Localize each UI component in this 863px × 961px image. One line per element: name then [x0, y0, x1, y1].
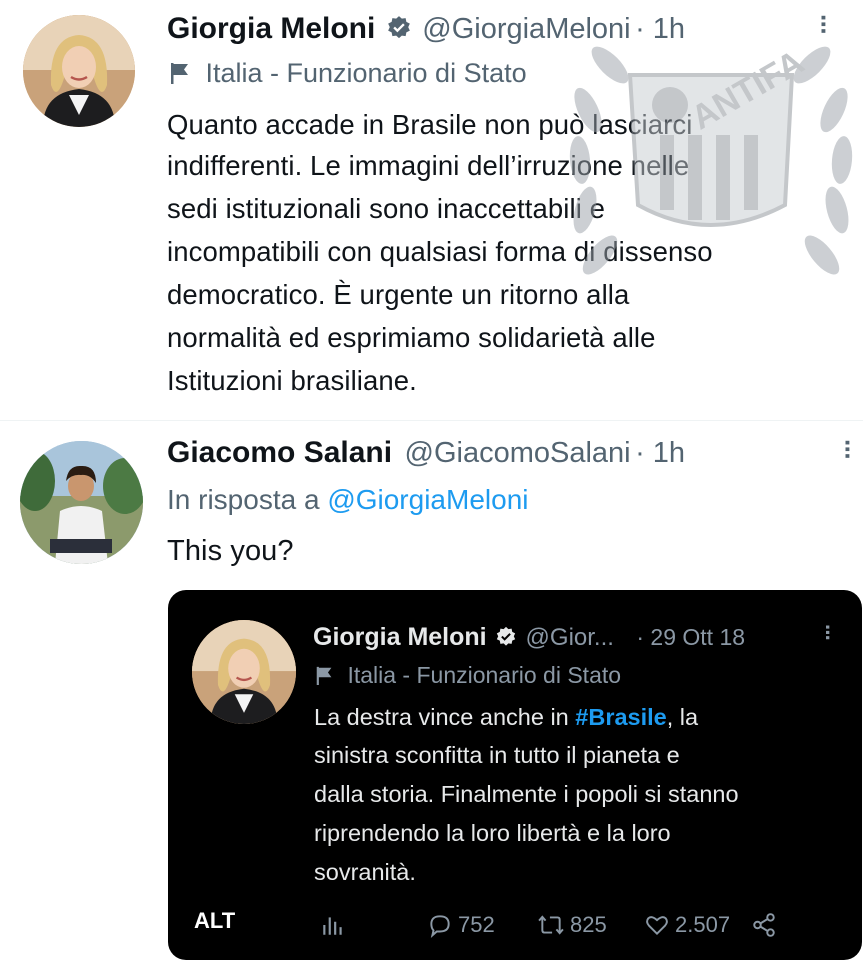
author-handle[interactable]: @GiacomoSalani	[405, 437, 631, 469]
reply-icon	[430, 915, 450, 938]
flag-icon	[316, 666, 332, 685]
quoted-author-handle: @Gior...	[525, 624, 614, 651]
author-handle[interactable]: @GiorgiaMeloni	[422, 13, 630, 45]
retweet-count: 825	[570, 912, 607, 937]
account-label: Italia - Funzionario di Stato	[205, 58, 527, 88]
tweet-text-line: democratico. È urgente un ritorno alla	[167, 279, 630, 310]
quoted-text-line: sinistra sconfitta in tutto il pianeta e	[314, 742, 680, 768]
tweet-giacomo-salani[interactable]: Giacomo Salani @GiacomoSalani · 1h ··· I…	[0, 420, 863, 961]
avatar	[192, 620, 296, 724]
retweet-icon	[538, 915, 564, 935]
avatar[interactable]	[23, 15, 135, 127]
tweet-text-line: incompatibili con qualsiasi forma di dis…	[167, 236, 713, 267]
quoted-text-line: La destra vince anche in #Brasile, la	[314, 704, 698, 731]
analytics-action	[320, 912, 346, 938]
quoted-text-line: sovranità.	[314, 859, 416, 885]
analytics-icon	[323, 917, 342, 935]
quoted-account-label: Italia - Funzionario di Stato	[347, 662, 622, 688]
avatar-image	[20, 441, 143, 564]
alt-badge: ALT	[194, 908, 236, 933]
like-count: 2.507	[675, 912, 731, 937]
avatar[interactable]	[20, 441, 143, 564]
more-options-icon: ···	[815, 624, 840, 640]
tweet-text-line: indifferenti. Le immagini dell’irruzione…	[167, 150, 690, 181]
avatar-image	[23, 15, 135, 127]
reply-prefix: In risposta a	[167, 484, 320, 515]
reply-action: 752	[426, 912, 495, 938]
verified-badge-icon	[496, 626, 516, 646]
heart-icon	[646, 916, 668, 936]
avatar-image	[192, 620, 296, 724]
quoted-author-name: Giorgia Meloni	[313, 623, 487, 651]
hashtag-link: #Brasile	[575, 704, 667, 730]
quoted-text-fragment: La destra vince anche in	[314, 704, 569, 730]
quoted-tweet-time: · 29 Ott 18	[636, 624, 746, 650]
verified-badge-icon	[387, 16, 410, 39]
tweet-time[interactable]: · 1h	[635, 437, 685, 469]
quoted-text-line: riprendendo la loro libertà e la loro	[314, 820, 671, 846]
author-name[interactable]: Giorgia Meloni	[167, 12, 375, 45]
quoted-text-fragment: , la	[666, 704, 699, 730]
tweet-text-line: normalità ed esprimiamo solidarietà alle	[167, 322, 656, 353]
tweet-text-line: Quanto accade in Brasile non può lasciar…	[167, 109, 693, 140]
more-options-icon[interactable]: ···	[808, 14, 839, 34]
like-action: 2.507	[643, 912, 730, 938]
reply-count: 752	[458, 912, 495, 937]
author-name[interactable]: Giacomo Salani	[167, 436, 392, 469]
quoted-tweet-image[interactable]: Giorgia Meloni @Gior... · 29 Ott 18 ··· …	[168, 590, 862, 960]
share-action	[751, 912, 777, 938]
tweet-giorgia-meloni[interactable]: Giorgia Meloni @GiorgiaMeloni · 1h ··· I…	[0, 0, 863, 420]
more-options-icon[interactable]: ···	[832, 439, 863, 459]
flag-icon	[171, 63, 188, 84]
tweet-text-line: Istituzioni brasiliane.	[167, 365, 417, 396]
reply-to-link[interactable]: @GiorgiaMeloni	[327, 484, 528, 515]
retweet-action: 825	[536, 912, 607, 938]
tweet-text: This you?	[167, 535, 294, 567]
share-icon	[753, 913, 775, 937]
tweet-time[interactable]: · 1h	[635, 13, 685, 45]
quoted-text-line: dalla storia. Finalmente i popoli si sta…	[314, 781, 739, 807]
tweet-text-line: sedi istituzionali sono inaccettabili e	[167, 193, 606, 224]
